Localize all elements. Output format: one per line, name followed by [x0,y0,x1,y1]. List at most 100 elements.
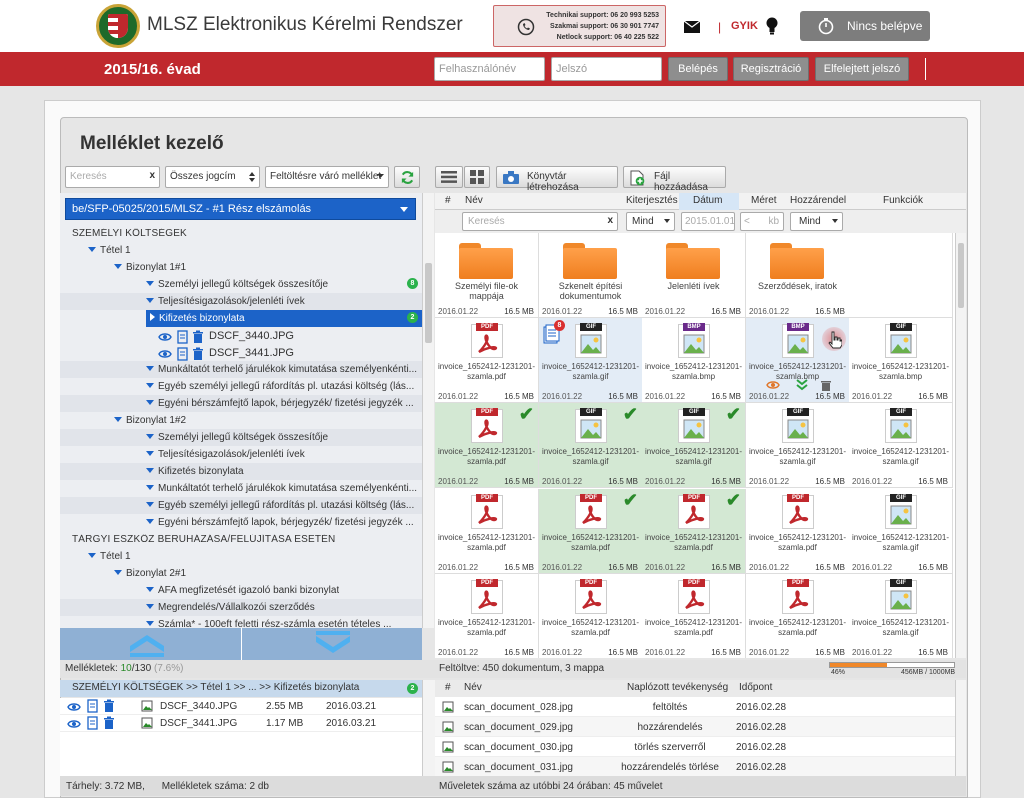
file-tile[interactable]: GIF 8 invoice_1652412-1231201-szamla.gif 20… [539,318,643,403]
refresh-button[interactable] [394,166,420,188]
folder-tile[interactable]: Jelenléti ívek 2016.01.22 16.5 MB [642,233,746,318]
col-date[interactable]: Dátum [693,195,722,206]
tree-node[interactable]: Bizonylat 1#1 [60,259,422,276]
status-filter-select[interactable]: Feltöltésre váró melléklet [265,166,389,188]
grid-scroll-thumb[interactable] [958,243,964,308]
file-tile[interactable]: PDF invoice_1652412-1231201-szamla.pdf 201… [435,489,539,574]
tree-node[interactable]: Tétel 1 [60,242,422,259]
expand-toggle-icon[interactable] [114,570,122,575]
expand-toggle-icon[interactable] [146,281,154,286]
delete-icon[interactable] [191,330,205,344]
log-row[interactable]: scan_document_030.jpg törlés szerverről 20… [435,737,955,757]
login-status-button[interactable]: Nincs belépve [800,11,930,41]
collapse-toggle-icon[interactable] [150,313,155,321]
file-tile[interactable]: PDF invoice_1652412-1231201-szamla.pdf 201… [435,574,539,658]
attachment-scrollbar[interactable] [422,680,435,776]
preview-eye-icon[interactable] [158,348,172,360]
lightbulb-icon[interactable] [766,17,778,35]
tree-leaf[interactable]: Kifizetés bizonylata [60,463,422,480]
file-tile[interactable]: PDF invoice_1652412-1231201-szamla.pdf 201… [435,318,539,403]
expand-toggle-icon[interactable] [146,451,154,456]
file-tile[interactable]: PDF invoice_1652412-1231201-szamla.pdf 201… [746,489,850,574]
assign-filter-select[interactable]: Mind [790,212,843,231]
expand-toggle-icon[interactable] [114,417,122,422]
tree-scrollbar[interactable] [422,193,434,628]
tree-scroll-thumb[interactable] [425,263,432,343]
expand-toggle-icon[interactable] [146,400,154,405]
expand-toggle-icon[interactable] [146,298,154,303]
log-scrollbar[interactable] [955,680,966,776]
delete-icon[interactable] [102,716,116,730]
file-tile[interactable]: PDF invoice_1652412-1231201-szamla.pdf 201… [539,574,643,658]
mail-icon[interactable] [684,21,700,33]
scroll-up-icon[interactable] [128,632,166,658]
expand-toggle-icon[interactable] [146,366,154,371]
expand-toggle-icon[interactable] [88,553,96,558]
file-tile[interactable]: PDF ✔ invoice_1652412-1231201-szamla.pdf 20… [435,403,539,488]
expand-toggle-icon[interactable] [146,383,154,388]
tree-leaf[interactable]: Megrendelés/Vállalkozói szerződés [60,599,422,616]
file-tile[interactable]: GIF invoice_1652412-1231201-szamla.gif 201… [849,489,953,574]
file-tile[interactable]: PDF invoice_1652412-1231201-szamla.pdf 201… [642,574,746,658]
tree-leaf[interactable]: Egyéb személyi jellegű ráfordítás pl. ut… [60,497,422,514]
document-icon[interactable] [86,699,99,713]
list-view-button[interactable] [435,166,463,188]
file-tile[interactable]: BMP invoice_1652412-1231201-szamla.bmp 201… [642,318,746,403]
extension-filter-select[interactable]: Mind [626,212,675,231]
log-row[interactable]: scan_document_029.jpg hozzárendelés 2016.0… [435,717,955,737]
tree-node[interactable]: Bizonylat 2#1 [60,565,422,582]
tree-node[interactable]: Tétel 1 [60,548,422,565]
expand-toggle-icon[interactable] [146,434,154,439]
tree-leaf[interactable]: Munkáltatót terhelő járulékok kimutatása… [60,361,422,378]
col-assign[interactable]: Hozzárendel [790,195,846,206]
preview-eye-icon[interactable] [67,701,81,713]
tree-leaf[interactable]: Teljesítésigazolások/jelenléti ívek [60,446,422,463]
folder-tile[interactable]: Szerződések, iratok 2016.01.22 16.5 MB [746,233,850,318]
col-size[interactable]: Méret [751,195,777,206]
expand-toggle-icon[interactable] [146,519,154,524]
clear-grid-search-icon[interactable]: x [607,215,613,226]
folder-tile[interactable]: Szkenelt építési dokumentumok 2016.01.22 1… [539,233,643,318]
tree-leaf[interactable]: Egyéni bérszámfejtő lapok, bérjegyzék/ f… [60,395,422,412]
date-filter-input[interactable]: 2015.01.01 [681,212,735,231]
stacked-files-badge[interactable]: 8 [543,320,565,344]
password-input[interactable]: Jelszó [551,57,662,81]
log-row[interactable]: scan_document_028.jpg feltöltés 2016.02.28 [435,697,955,717]
tree-leaf[interactable]: Személyi jellegű költségek összesítője [60,429,422,446]
file-tile[interactable]: PDF ✔ invoice_1652412-1231201-szamla.pdf 20… [642,489,746,574]
tree-leaf-selected[interactable]: Kifizetés bizonylata 2 [146,310,422,327]
size-filter-input[interactable]: < kb [740,212,784,231]
faq-link[interactable]: GYIK [731,20,758,32]
preview-eye-icon[interactable] [67,718,81,730]
file-tile[interactable]: BMP invoice_1652412-1231201-szamla.bmp 201… [746,318,850,403]
tree-leaf[interactable]: ÁFA megfizetését igazoló banki bizonylat [60,582,422,599]
attachment-row[interactable]: DSCF_3441.JPG 1.17 MB 2016.03.21 [60,715,422,732]
project-path-select[interactable]: be/SFP-05025/2015/MLSZ - #1 Rész elszámo… [65,198,416,220]
forgot-password-button[interactable]: Elfelejtett jelszó [815,57,909,81]
file-tile[interactable]: GIF invoice_1652412-1231201-szamla.gif 201… [746,403,850,488]
expand-toggle-icon[interactable] [146,468,154,473]
file-tile[interactable]: PDF ✔ invoice_1652412-1231201-szamla.pdf 20… [539,489,643,574]
file-tile[interactable]: GIF invoice_1652412-1231201-szamla.bmp 201… [849,318,953,403]
file-tile[interactable]: GIF ✔ invoice_1652412-1231201-szamla.gif 20… [642,403,746,488]
grid-scrollbar[interactable] [955,233,966,658]
tree-file[interactable]: DSCF_3441.JPG [60,344,422,361]
add-file-button[interactable]: Fájl hozzáadása [623,166,726,193]
expand-toggle-icon[interactable] [88,247,96,252]
tree-leaf[interactable]: Teljesítésigazolások/jelenléti ívek [60,293,422,310]
tree-leaf[interactable]: Munkáltatót terhelő járulékok kimutatása… [60,480,422,497]
clear-search-icon[interactable]: x [149,170,155,181]
col-name[interactable]: Név [465,195,483,206]
tree-search-input[interactable]: Keresés x [65,166,160,188]
tree-file[interactable]: DSCF_3440.JPG [60,327,422,344]
col-extension[interactable]: Kiterjesztés [626,195,678,206]
delete-icon[interactable] [102,699,116,713]
expand-toggle-icon[interactable] [146,502,154,507]
title-filter-select[interactable]: Összes jogcím [165,166,260,188]
grid-search-input[interactable]: Keresés x [462,212,618,231]
document-icon[interactable] [176,330,189,344]
file-tile[interactable]: PDF invoice_1652412-1231201-szamla.pdf 201… [746,574,850,658]
file-tile[interactable]: GIF invoice_1652412-1231201-szamla.gif 201… [849,574,953,658]
tree-leaf[interactable]: Egyéni bérszámfejtő lapok, bérjegyzék/ f… [60,514,422,531]
delete-icon[interactable] [191,347,205,361]
